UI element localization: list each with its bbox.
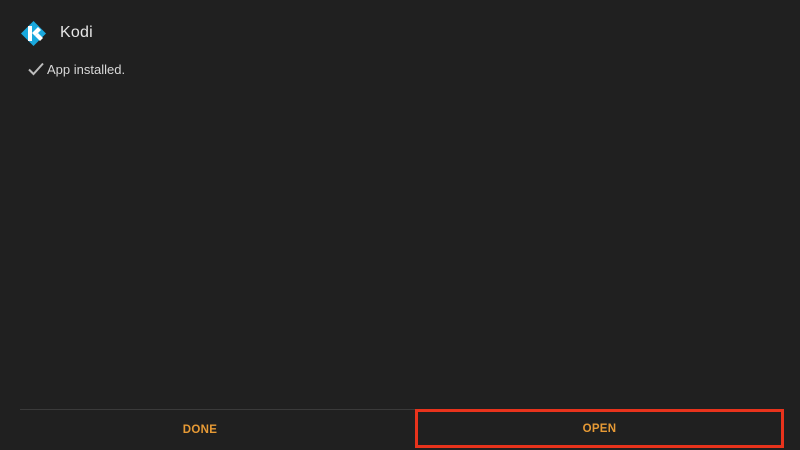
- app-header: Kodi: [20, 19, 93, 47]
- kodi-logo-icon: [20, 20, 47, 47]
- app-name: Kodi: [60, 24, 93, 41]
- done-button[interactable]: DONE: [20, 410, 380, 450]
- install-status: App installed.: [27, 60, 125, 78]
- install-complete-screen: Kodi App installed. DONE OPEN: [0, 0, 800, 450]
- status-text: App installed.: [47, 61, 126, 77]
- checkmark-icon: [27, 60, 45, 78]
- open-button[interactable]: OPEN: [415, 409, 784, 448]
